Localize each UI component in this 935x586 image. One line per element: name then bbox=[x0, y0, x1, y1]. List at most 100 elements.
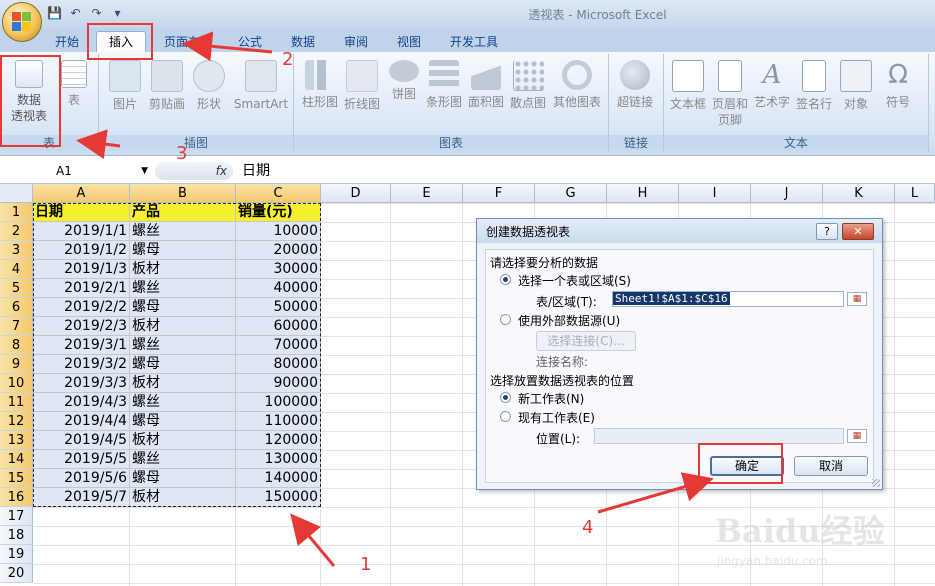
table-cell[interactable]: 40000 bbox=[236, 279, 321, 298]
range-picker-icon[interactable]: ▦ bbox=[847, 292, 867, 306]
scatter-chart-button[interactable]: 散点图 bbox=[506, 60, 550, 111]
row-header[interactable]: 16 bbox=[0, 488, 33, 507]
table-cell[interactable]: 2019/2/2 bbox=[33, 298, 130, 317]
tab-developer[interactable]: 开发工具 bbox=[443, 32, 505, 52]
resize-grip-icon[interactable] bbox=[872, 479, 880, 487]
hyperlink-button[interactable]: 超链接 bbox=[613, 60, 657, 110]
cancel-button[interactable]: 取消 bbox=[794, 456, 868, 476]
table-cell[interactable]: 2019/2/3 bbox=[33, 317, 130, 336]
name-box[interactable]: A1 ▼ bbox=[2, 162, 152, 180]
pie-chart-button[interactable]: 饼图 bbox=[382, 60, 426, 102]
office-button[interactable] bbox=[2, 2, 42, 42]
smartart-button[interactable]: SmartArt bbox=[233, 60, 289, 112]
table-cell[interactable]: 销量(元) bbox=[236, 203, 321, 222]
table-cell[interactable]: 2019/4/4 bbox=[33, 412, 130, 431]
row-header[interactable]: 15 bbox=[0, 469, 33, 488]
table-cell[interactable]: 10000 bbox=[236, 222, 321, 241]
picture-button[interactable]: 图片 bbox=[103, 60, 147, 112]
table-cell[interactable]: 2019/4/3 bbox=[33, 393, 130, 412]
textbox-button[interactable]: 文本框 bbox=[666, 60, 710, 112]
table-cell[interactable]: 2019/5/6 bbox=[33, 469, 130, 488]
column-header[interactable]: G bbox=[535, 184, 607, 203]
ok-button[interactable]: 确定 bbox=[710, 456, 784, 476]
row-header[interactable]: 2 bbox=[0, 222, 33, 241]
table-cell[interactable]: 2019/5/7 bbox=[33, 488, 130, 507]
row-header[interactable]: 4 bbox=[0, 260, 33, 279]
object-button[interactable]: 对象 bbox=[834, 60, 878, 112]
column-chart-button[interactable]: 柱形图 bbox=[298, 60, 342, 110]
row-header[interactable]: 14 bbox=[0, 450, 33, 469]
bar-chart-button[interactable]: 条形图 bbox=[422, 60, 466, 110]
line-chart-button[interactable]: 折线图 bbox=[340, 60, 384, 112]
table-cell[interactable]: 板材 bbox=[130, 317, 236, 336]
wordart-button[interactable]: A 艺术字 bbox=[750, 60, 794, 110]
table-cell[interactable]: 140000 bbox=[236, 469, 321, 488]
tab-review[interactable]: 审阅 bbox=[336, 32, 376, 52]
close-button[interactable]: ✕ bbox=[842, 223, 874, 240]
table-cell[interactable]: 螺母 bbox=[130, 469, 236, 488]
table-cell[interactable]: 2019/1/2 bbox=[33, 241, 130, 260]
row-header[interactable]: 20 bbox=[0, 564, 33, 583]
row-header[interactable]: 18 bbox=[0, 526, 33, 545]
formula-input[interactable]: 日期 bbox=[242, 162, 270, 180]
column-header[interactable]: F bbox=[463, 184, 535, 203]
tab-view[interactable]: 视图 bbox=[389, 32, 429, 52]
table-cell[interactable]: 70000 bbox=[236, 336, 321, 355]
shapes-button[interactable]: 形状 bbox=[187, 60, 231, 112]
table-cell[interactable]: 日期 bbox=[33, 203, 130, 222]
table-cell[interactable]: 150000 bbox=[236, 488, 321, 507]
dialog-title-bar[interactable]: 创建数据透视表 ? ✕ bbox=[477, 219, 882, 243]
table-cell[interactable]: 板材 bbox=[130, 431, 236, 450]
table-cell[interactable]: 螺丝 bbox=[130, 222, 236, 241]
row-header[interactable]: 6 bbox=[0, 298, 33, 317]
table-cell[interactable]: 螺丝 bbox=[130, 393, 236, 412]
other-charts-button[interactable]: 其他图表 bbox=[550, 60, 604, 110]
row-header[interactable]: 11 bbox=[0, 393, 33, 412]
range-input[interactable]: Sheet1!$A$1:$C$16 bbox=[612, 291, 844, 307]
table-cell[interactable]: 90000 bbox=[236, 374, 321, 393]
row-header[interactable]: 9 bbox=[0, 355, 33, 374]
row-header[interactable]: 1 bbox=[0, 203, 33, 222]
radio-select-table[interactable] bbox=[500, 274, 511, 285]
row-header[interactable]: 17 bbox=[0, 507, 33, 526]
table-cell[interactable]: 100000 bbox=[236, 393, 321, 412]
row-header[interactable]: 8 bbox=[0, 336, 33, 355]
table-cell[interactable]: 50000 bbox=[236, 298, 321, 317]
header-footer-button[interactable]: 页眉和 页脚 bbox=[708, 60, 752, 128]
row-header[interactable]: 13 bbox=[0, 431, 33, 450]
table-cell[interactable]: 螺丝 bbox=[130, 450, 236, 469]
column-header[interactable]: E bbox=[391, 184, 463, 203]
table-cell[interactable]: 80000 bbox=[236, 355, 321, 374]
choose-connection-button[interactable]: 选择连接(C)... bbox=[536, 331, 636, 351]
table-cell[interactable]: 螺母 bbox=[130, 355, 236, 374]
signature-button[interactable]: 签名行 bbox=[792, 60, 836, 112]
table-cell[interactable]: 2019/2/1 bbox=[33, 279, 130, 298]
area-chart-button[interactable]: 面积图 bbox=[464, 60, 508, 110]
table-cell[interactable]: 板材 bbox=[130, 260, 236, 279]
option-existing-worksheet-label[interactable]: 现有工作表(E) bbox=[518, 409, 595, 426]
column-header[interactable]: J bbox=[751, 184, 823, 203]
chevron-down-icon[interactable]: ▼ bbox=[141, 162, 148, 180]
option-new-worksheet-label[interactable]: 新工作表(N) bbox=[518, 390, 584, 407]
table-cell[interactable]: 130000 bbox=[236, 450, 321, 469]
table-cell[interactable]: 30000 bbox=[236, 260, 321, 279]
pivot-table-button[interactable]: 数据 透视表 bbox=[4, 60, 54, 124]
radio-external-source[interactable] bbox=[500, 314, 511, 325]
row-header[interactable]: 10 bbox=[0, 374, 33, 393]
row-header[interactable]: 12 bbox=[0, 412, 33, 431]
radio-existing-worksheet[interactable] bbox=[500, 411, 511, 422]
table-cell[interactable]: 螺母 bbox=[130, 298, 236, 317]
table-cell[interactable]: 60000 bbox=[236, 317, 321, 336]
table-cell[interactable]: 20000 bbox=[236, 241, 321, 260]
table-cell[interactable]: 2019/4/5 bbox=[33, 431, 130, 450]
table-cell[interactable]: 螺母 bbox=[130, 412, 236, 431]
option-select-table-label[interactable]: 选择一个表或区域(S) bbox=[518, 272, 631, 289]
table-cell[interactable]: 板材 bbox=[130, 488, 236, 507]
tab-insert[interactable]: 插入 bbox=[96, 31, 146, 53]
option-external-source-label[interactable]: 使用外部数据源(U) bbox=[518, 312, 620, 329]
column-header[interactable]: D bbox=[321, 184, 391, 203]
tab-page-layout[interactable]: 页面布局 bbox=[155, 32, 221, 52]
help-button[interactable]: ? bbox=[816, 223, 838, 240]
table-cell[interactable]: 螺丝 bbox=[130, 336, 236, 355]
table-cell[interactable]: 螺丝 bbox=[130, 279, 236, 298]
